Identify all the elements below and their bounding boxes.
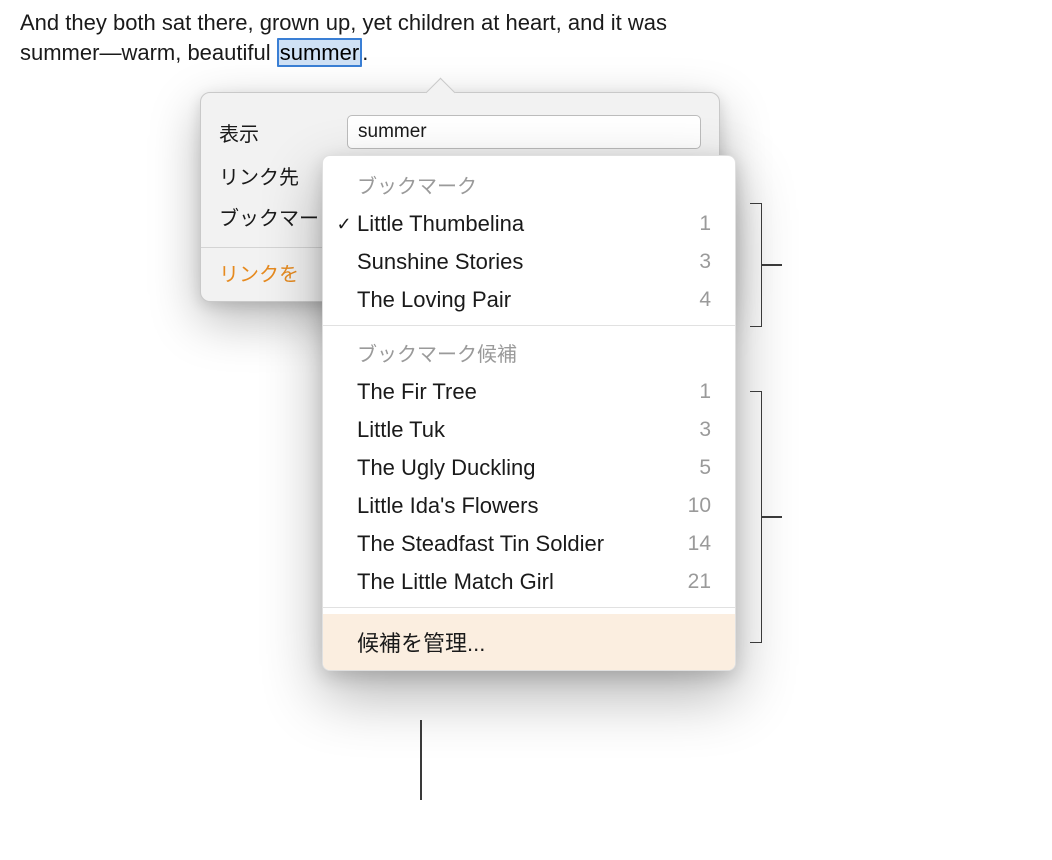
manage-suggestions-button[interactable]: 候補を管理... [323, 614, 735, 670]
bookmark-item-count: 4 [681, 288, 711, 312]
bookmark-item-count: 1 [681, 212, 711, 236]
suggestion-item-label: Little Tuk [357, 417, 681, 443]
annotation-line-manage [420, 720, 422, 800]
suggestion-item[interactable]: Little Tuk3 [323, 411, 735, 449]
checkmark-icon: ✓ [331, 214, 357, 235]
selected-word[interactable]: summer [277, 38, 362, 67]
suggestion-item-count: 3 [681, 418, 711, 442]
suggestion-item-count: 1 [681, 380, 711, 404]
paragraph-text-after: . [362, 40, 368, 65]
annotation-stem [762, 264, 782, 266]
suggestion-item-label: Little Ida's Flowers [357, 493, 681, 519]
annotation-bracket-suggestions [750, 391, 762, 643]
suggestion-item-count: 21 [681, 570, 711, 594]
suggestion-item-count: 5 [681, 456, 711, 480]
suggestion-item-label: The Fir Tree [357, 379, 681, 405]
suggestion-item-label: The Ugly Duckling [357, 455, 681, 481]
suggestion-item-count: 14 [681, 532, 711, 556]
document-paragraph: And they both sat there, grown up, yet c… [20, 8, 710, 67]
suggestion-item[interactable]: Little Ida's Flowers10 [323, 487, 735, 525]
suggestion-item-label: The Steadfast Tin Soldier [357, 531, 681, 557]
display-label: 表示 [219, 118, 329, 147]
bookmark-item-label: Sunshine Stories [357, 249, 681, 275]
bookmark-item[interactable]: Sunshine Stories3 [323, 243, 735, 281]
suggestion-item-label: The Little Match Girl [357, 569, 681, 595]
suggestion-item[interactable]: The Ugly Duckling5 [323, 449, 735, 487]
bookmark-dropdown: ブックマーク ✓Little Thumbelina1Sunshine Stori… [322, 155, 736, 671]
remove-link-button[interactable]: リンクを [219, 264, 299, 286]
dropdown-separator [323, 325, 735, 326]
bookmark-item-label: The Loving Pair [357, 287, 681, 313]
bookmarks-section-header: ブックマーク [323, 164, 735, 205]
annotation-stem [762, 516, 782, 518]
bookmark-item-label: Little Thumbelina [357, 211, 681, 237]
bookmark-item[interactable]: ✓Little Thumbelina1 [323, 205, 735, 243]
suggestion-item[interactable]: The Little Match Girl21 [323, 563, 735, 601]
display-input[interactable] [347, 115, 701, 149]
suggestion-item-count: 10 [681, 494, 711, 518]
dropdown-separator [323, 607, 735, 608]
linkto-label: リンク先 [219, 161, 329, 190]
bookmark-label: ブックマー [219, 202, 329, 231]
suggestion-item[interactable]: The Steadfast Tin Soldier14 [323, 525, 735, 563]
annotation-bracket-bookmarks [750, 203, 762, 327]
bookmark-item[interactable]: The Loving Pair4 [323, 281, 735, 319]
suggestions-section-header: ブックマーク候補 [323, 332, 735, 373]
suggestion-item[interactable]: The Fir Tree1 [323, 373, 735, 411]
bookmark-item-count: 3 [681, 250, 711, 274]
